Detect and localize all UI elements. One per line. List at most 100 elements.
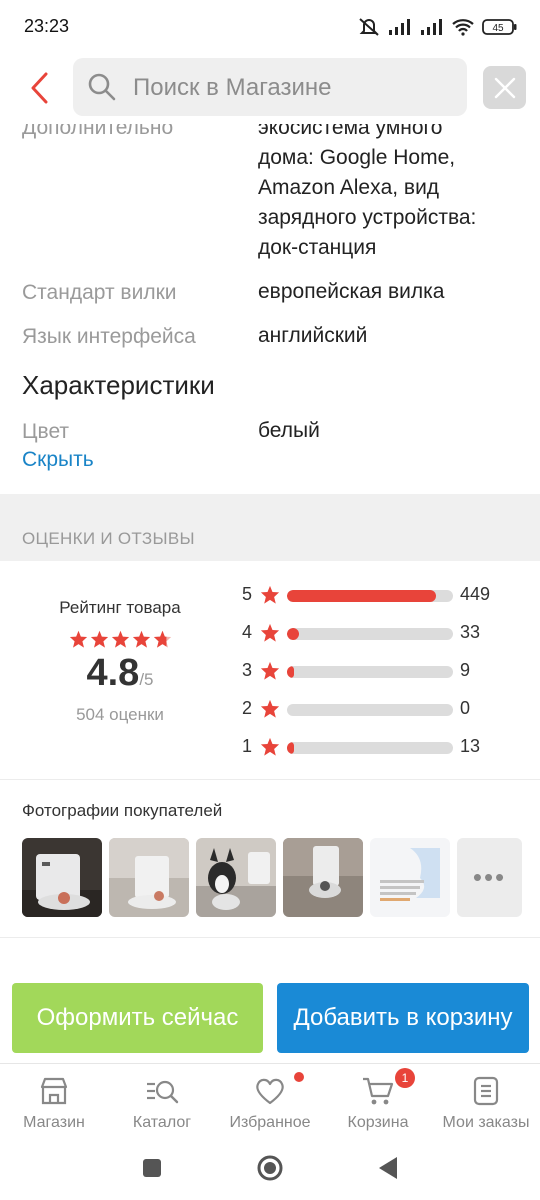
top-bar: Поиск в Магазине bbox=[0, 52, 540, 124]
tab-orders[interactable]: Мои заказы bbox=[432, 1074, 540, 1132]
star-icon bbox=[260, 661, 280, 680]
cart-icon bbox=[363, 1077, 394, 1105]
back-button[interactable] bbox=[20, 66, 60, 110]
customer-photo[interactable] bbox=[370, 838, 450, 917]
hide-link[interactable]: Скрыть bbox=[22, 448, 94, 472]
rating-title: Рейтинг товара bbox=[59, 598, 181, 617]
bottom-tab-bar: Магазин Каталог Избранное 1 Корзина Мои … bbox=[0, 1063, 540, 1138]
rating-bar-fill bbox=[287, 742, 294, 754]
tab-label: Каталог bbox=[132, 1114, 192, 1131]
rating-row-count: 13 bbox=[460, 736, 481, 756]
battery-icon: 45 bbox=[482, 19, 517, 35]
heart-icon bbox=[256, 1078, 284, 1105]
rating-bar-track bbox=[287, 590, 453, 602]
search-input[interactable]: Поиск в Магазине bbox=[73, 58, 467, 116]
rating-score: 4.8/5 bbox=[22, 652, 218, 695]
divider bbox=[0, 779, 540, 780]
rating-row-stars: 3 bbox=[242, 660, 253, 680]
customer-photos: ••• bbox=[22, 838, 522, 917]
system-nav-bar bbox=[0, 1140, 540, 1200]
buy-now-button[interactable]: Оформить сейчас bbox=[12, 983, 263, 1053]
customer-photos-title: Фотографии покупателей bbox=[22, 801, 223, 820]
rating-row-4[interactable]: 4 33 bbox=[242, 620, 532, 646]
status-icons: 45 bbox=[358, 17, 518, 37]
close-search-button[interactable] bbox=[483, 66, 526, 109]
customer-photo[interactable] bbox=[196, 838, 276, 917]
rating-row-1[interactable]: 1 13 bbox=[242, 734, 532, 760]
divider bbox=[0, 937, 540, 938]
spec-value-additional: дома: Google Home, Amazon Alexa, вид зар… bbox=[258, 143, 476, 263]
spec-value-language: английский bbox=[258, 324, 368, 347]
orders-icon bbox=[473, 1076, 499, 1106]
spec-value-line: зарядного устройства: bbox=[258, 206, 477, 229]
add-to-cart-button[interactable]: Добавить в корзину bbox=[277, 983, 529, 1053]
rating-summary[interactable]: Рейтинг товара 4.8/5 504 оценки bbox=[22, 598, 218, 725]
spec-value-line: дома: Google Home, bbox=[258, 146, 456, 169]
signal-icon-2 bbox=[421, 19, 442, 35]
search-icon bbox=[88, 73, 116, 101]
spec-value-color: белый bbox=[258, 419, 320, 442]
rating-row-count: 9 bbox=[460, 660, 471, 680]
star-icon bbox=[90, 630, 108, 648]
favorites-dot bbox=[294, 1072, 304, 1082]
rating-stars bbox=[22, 630, 218, 648]
rating-row-2[interactable]: 2 0 bbox=[242, 696, 532, 722]
rating-row-stars: 5 bbox=[242, 584, 253, 604]
tab-label: Корзина bbox=[347, 1114, 409, 1131]
customer-photo[interactable] bbox=[109, 838, 189, 917]
tab-cart[interactable]: 1 Корзина bbox=[324, 1068, 432, 1132]
rating-row-5[interactable]: 5 449 bbox=[242, 582, 532, 608]
rating-row-3[interactable]: 3 9 bbox=[242, 658, 532, 684]
catalog-search-icon bbox=[147, 1080, 179, 1104]
chevron-left-icon bbox=[31, 72, 48, 104]
status-bar: 23:23 45 bbox=[0, 0, 540, 52]
spec-value-line: Amazon Alexa, вид bbox=[258, 176, 440, 199]
star-icon bbox=[260, 737, 280, 756]
spec-label-plug: Стандарт вилки bbox=[22, 281, 177, 304]
reviews-header-label: ОЦЕНКИ И ОТЗЫВЫ bbox=[22, 529, 195, 548]
spec-value-plug: европейская вилка bbox=[258, 280, 445, 303]
tab-favorites[interactable]: Избранное bbox=[216, 1072, 324, 1132]
store-icon bbox=[40, 1077, 68, 1105]
rating-score-value: 4.8 bbox=[86, 652, 140, 694]
customer-photo[interactable] bbox=[22, 838, 102, 917]
rating-row-count: 33 bbox=[460, 622, 481, 642]
rating-count: 504 оценки bbox=[76, 705, 164, 724]
star-icon bbox=[132, 630, 150, 648]
star-icon bbox=[260, 623, 280, 642]
rating-bar-track bbox=[287, 666, 453, 678]
star-icon bbox=[69, 630, 87, 648]
tab-catalog[interactable]: Каталог bbox=[108, 1074, 216, 1132]
signal-icon bbox=[389, 19, 410, 35]
close-icon bbox=[494, 77, 515, 98]
home-button[interactable] bbox=[256, 1154, 284, 1182]
wifi-icon bbox=[452, 19, 474, 36]
tab-label: Мои заказы bbox=[442, 1114, 530, 1131]
rating-row-stars: 4 bbox=[242, 622, 253, 642]
star-icon bbox=[260, 585, 280, 604]
cart-badge: 1 bbox=[395, 1068, 415, 1088]
tab-label: Магазин bbox=[23, 1114, 85, 1131]
rating-bar-track bbox=[287, 628, 453, 640]
section-title-characteristics: Характеристики bbox=[22, 370, 215, 400]
battery-level: 45 bbox=[492, 23, 504, 34]
rating-bar-track bbox=[287, 704, 453, 716]
rating-score-max: /5 bbox=[139, 670, 154, 689]
status-time: 23:23 bbox=[24, 16, 70, 36]
star-icon bbox=[111, 630, 129, 648]
rating-bar-track bbox=[287, 742, 453, 754]
rating-row-stars: 2 bbox=[242, 698, 253, 718]
back-nav-button[interactable] bbox=[377, 1156, 399, 1180]
spec-value-line: док-станция bbox=[258, 236, 377, 259]
rating-bar-fill bbox=[287, 628, 299, 640]
recents-button[interactable] bbox=[142, 1158, 162, 1178]
spec-label-color: Цвет bbox=[22, 420, 70, 443]
more-photos-button[interactable]: ••• bbox=[457, 838, 522, 917]
customer-photo[interactable] bbox=[283, 838, 363, 917]
rating-bar-fill bbox=[287, 590, 437, 602]
rating-row-count: 449 bbox=[460, 584, 491, 604]
tab-store[interactable]: Магазин bbox=[0, 1074, 108, 1132]
rating-bar-fill bbox=[287, 666, 294, 678]
rating-row-stars: 1 bbox=[242, 736, 253, 756]
mute-icon bbox=[359, 18, 379, 36]
